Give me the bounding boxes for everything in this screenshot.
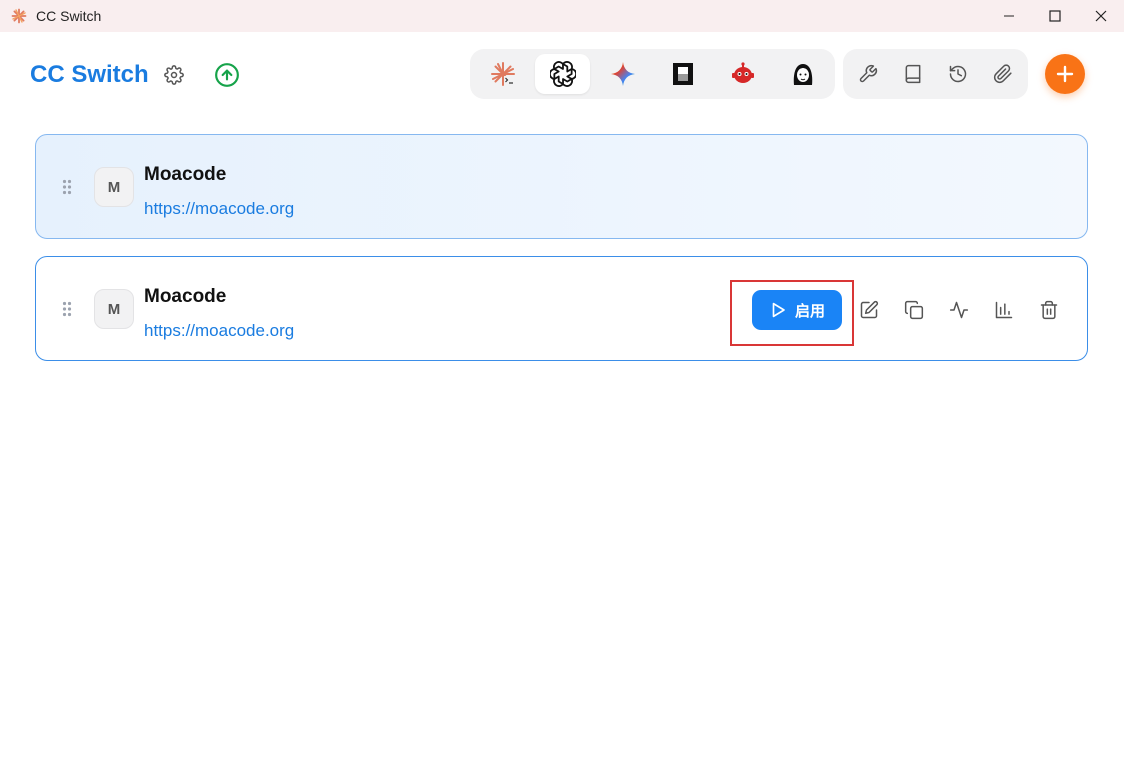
history-button[interactable] <box>938 54 978 94</box>
claude-logo-icon <box>11 8 27 24</box>
enable-label: 启用 <box>794 302 825 320</box>
provider-url[interactable]: https://moacode.org <box>144 199 294 219</box>
window-title: CC Switch <box>36 8 102 24</box>
claude-code-icon <box>490 62 515 86</box>
tab-gemini[interactable] <box>595 54 650 94</box>
edit-button[interactable] <box>854 295 884 325</box>
wrench-icon <box>859 64 878 83</box>
minimize-button[interactable] <box>986 0 1032 32</box>
play-icon <box>772 302 785 318</box>
provider-card[interactable]: M Moacode https://moacode.org <box>35 134 1088 239</box>
gemini-icon <box>610 62 635 86</box>
provider-name: Moacode <box>144 286 227 307</box>
docs-button[interactable] <box>893 54 933 94</box>
provider-card[interactable]: M Moacode https://moacode.org 启用 <box>35 256 1088 361</box>
tab-opencode[interactable] <box>655 54 710 94</box>
gear-icon <box>164 65 184 85</box>
copy-icon <box>904 300 924 320</box>
attachments-button[interactable] <box>983 54 1023 94</box>
tools-group <box>843 49 1028 99</box>
tools-button[interactable] <box>848 54 888 94</box>
provider-url[interactable]: https://moacode.org <box>144 321 294 341</box>
red-robot-icon <box>731 62 754 83</box>
drag-handle-icon[interactable] <box>62 179 72 195</box>
app-switcher <box>470 49 835 99</box>
close-button[interactable] <box>1078 0 1124 32</box>
trash-icon <box>1040 300 1058 320</box>
avatar-face-icon <box>793 64 812 85</box>
edit-icon <box>860 300 879 319</box>
usage-stats-button[interactable] <box>989 295 1019 325</box>
tab-openai[interactable] <box>535 54 590 94</box>
openai-icon <box>549 61 576 87</box>
title-bar: CC Switch <box>0 0 1124 32</box>
delete-button[interactable] <box>1034 295 1064 325</box>
test-latency-button[interactable] <box>944 295 974 325</box>
avatar: M <box>94 167 134 207</box>
settings-button[interactable] <box>162 63 186 87</box>
tab-red-robot[interactable] <box>715 54 770 94</box>
plus-icon <box>1056 65 1074 83</box>
maximize-icon <box>1049 10 1061 22</box>
provider-name: Moacode <box>144 164 227 185</box>
history-icon <box>949 65 967 83</box>
close-icon <box>1095 10 1107 22</box>
window-controls <box>986 0 1124 32</box>
brand-title: CC Switch <box>30 61 149 88</box>
paperclip-icon <box>993 64 1012 84</box>
duplicate-button[interactable] <box>899 295 929 325</box>
enable-button[interactable]: 启用 <box>752 290 842 330</box>
arrow-up-circle-icon <box>215 63 239 87</box>
minimize-icon <box>1004 15 1014 17</box>
activity-icon <box>949 301 969 319</box>
add-provider-button[interactable] <box>1045 54 1085 94</box>
drag-handle-icon[interactable] <box>62 301 72 317</box>
tab-avatar-face[interactable] <box>775 54 830 94</box>
opencode-icon <box>672 63 693 85</box>
avatar: M <box>94 289 134 329</box>
bar-chart-icon <box>995 301 1013 319</box>
book-icon <box>905 64 921 84</box>
update-button[interactable] <box>213 61 241 89</box>
tab-claude-code[interactable] <box>475 54 530 94</box>
maximize-button[interactable] <box>1032 0 1078 32</box>
